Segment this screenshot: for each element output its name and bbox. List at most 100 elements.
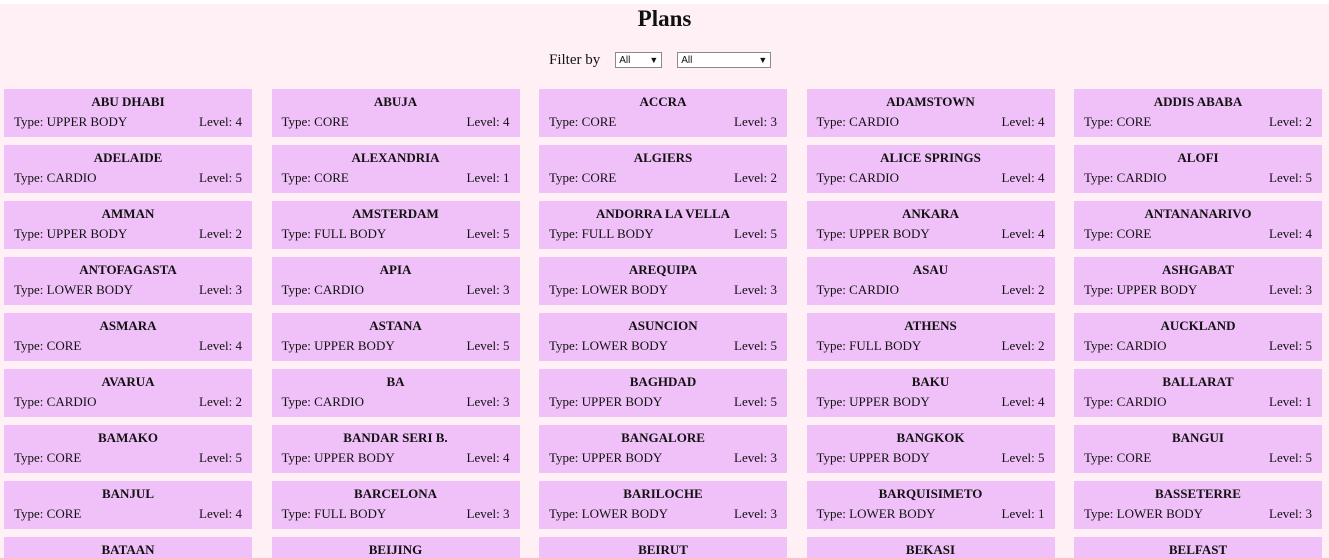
plan-card[interactable]: BARQUISIMETO Type: LOWER BODY Level: 1 <box>806 481 1055 529</box>
plan-card[interactable]: ALICE SPRINGS Type: CARDIO Level: 4 <box>806 145 1055 193</box>
plan-type-prefix: Type: <box>1084 394 1117 409</box>
plan-card[interactable]: BANDAR SERI B. Type: UPPER BODY Level: 4 <box>271 425 520 473</box>
plan-type: Type: CORE <box>1084 113 1151 130</box>
plan-card[interactable]: BEIJING <box>271 537 520 558</box>
plan-card[interactable]: BELFAST <box>1074 537 1322 558</box>
plan-details: Type: UPPER BODY Level: 5 <box>549 393 777 410</box>
plan-details: Type: LOWER BODY Level: 1 <box>817 505 1045 522</box>
plan-details: Type: CORE Level: 4 <box>14 505 242 522</box>
filter-label: Filter by <box>549 51 601 68</box>
plan-name: APIA <box>379 262 412 277</box>
plan-type: Type: CARDIO <box>817 169 900 186</box>
plan-card[interactable]: ANDORRA LA VELLA Type: FULL BODY Level: 5 <box>539 201 787 249</box>
plan-type-value: UPPER BODY <box>314 338 395 353</box>
plan-level-value: 4 <box>1038 226 1045 241</box>
plan-level-prefix: Level: <box>1269 226 1306 241</box>
plan-card[interactable]: BARCELONA Type: FULL BODY Level: 3 <box>271 481 520 529</box>
plan-type-prefix: Type: <box>549 282 582 297</box>
plan-card[interactable]: ASMARA Type: CORE Level: 4 <box>4 313 252 361</box>
plan-type-value: CORE <box>314 170 349 185</box>
plan-level-prefix: Level: <box>734 226 771 241</box>
plan-card[interactable]: ABUJA Type: CORE Level: 4 <box>271 89 520 137</box>
plan-type-prefix: Type: <box>549 114 582 129</box>
plan-level-value: 5 <box>235 450 243 465</box>
plan-card[interactable]: ALEXANDRIA Type: CORE Level: 1 <box>271 145 520 193</box>
plan-type: Type: CORE <box>1084 225 1151 242</box>
plan-type-value: CORE <box>1116 450 1152 465</box>
plan-level: Level: 3 <box>467 393 510 410</box>
plan-card[interactable]: ADELAIDE Type: CARDIO Level: 5 <box>4 145 252 193</box>
type-filter-select[interactable]: All ▼ <box>677 52 772 68</box>
plan-card[interactable]: BALLARAT Type: CARDIO Level: 1 <box>1074 369 1322 417</box>
plan-details: Type: LOWER BODY Level: 3 <box>1084 505 1312 522</box>
plan-type-value: LOWER BODY <box>581 506 668 521</box>
plan-level-prefix: Level: <box>466 506 503 521</box>
plan-level-prefix: Level: <box>734 450 771 465</box>
plan-card[interactable]: BEIRUT <box>539 537 787 558</box>
plan-level-value: 5 <box>1038 450 1045 465</box>
plan-card[interactable]: BANGUI Type: CORE Level: 5 <box>1074 425 1322 473</box>
plan-card[interactable]: AMSTERDAM Type: FULL BODY Level: 5 <box>271 201 520 249</box>
plan-level-prefix: Level: <box>466 282 503 297</box>
plan-card[interactable]: AVARUA Type: CARDIO Level: 2 <box>4 369 252 417</box>
plan-level-value: 2 <box>770 170 778 185</box>
plan-level-value: 4 <box>503 450 510 465</box>
plan-card[interactable]: ASAU Type: CARDIO Level: 2 <box>806 257 1055 305</box>
plan-card[interactable]: BEKASI <box>806 537 1055 558</box>
plan-card[interactable]: BANGKOK Type: UPPER BODY Level: 5 <box>806 425 1055 473</box>
plan-card[interactable]: BAMAKO Type: CORE Level: 5 <box>4 425 252 473</box>
level-filter-value: All <box>619 54 631 66</box>
plan-details: Type: FULL BODY Level: 5 <box>282 225 510 242</box>
plan-name: ASAU <box>912 262 949 277</box>
plan-card[interactable]: BARILOCHE Type: LOWER BODY Level: 3 <box>539 481 787 529</box>
plan-card[interactable]: ANKARA Type: UPPER BODY Level: 4 <box>806 201 1055 249</box>
plan-card[interactable]: BAKU Type: UPPER BODY Level: 4 <box>806 369 1055 417</box>
plan-type: Type: UPPER BODY <box>549 449 662 466</box>
plan-card[interactable]: ALGIERS Type: CORE Level: 2 <box>539 145 787 193</box>
plan-type: Type: FULL BODY <box>549 225 654 242</box>
plan-level-prefix: Level: <box>1269 450 1306 465</box>
plan-details: Type: CORE Level: 1 <box>282 169 510 186</box>
plan-card[interactable]: ANTOFAGASTA Type: LOWER BODY Level: 3 <box>4 257 252 305</box>
plan-type-value: CARDIO <box>314 282 365 297</box>
plan-card[interactable]: ATHENS Type: FULL BODY Level: 2 <box>806 313 1055 361</box>
plan-details: Type: LOWER BODY Level: 5 <box>549 337 777 354</box>
plan-card[interactable]: ADAMSTOWN Type: CARDIO Level: 4 <box>806 89 1055 137</box>
plan-card[interactable]: ADDIS ABABA Type: CORE Level: 2 <box>1074 89 1322 137</box>
level-filter-select[interactable]: All ▼ <box>615 52 663 68</box>
plan-card[interactable]: AREQUIPA Type: LOWER BODY Level: 3 <box>539 257 787 305</box>
plan-card[interactable]: ABU DHABI Type: UPPER BODY Level: 4 <box>4 89 252 137</box>
plan-card[interactable]: APIA Type: CARDIO Level: 3 <box>271 257 520 305</box>
plan-level-prefix: Level: <box>1269 506 1306 521</box>
plan-type-value: FULL BODY <box>581 226 654 241</box>
plan-card[interactable]: BA Type: CARDIO Level: 3 <box>271 369 520 417</box>
plan-type-value: LOWER BODY <box>581 338 668 353</box>
dropdown-arrow-icon: ▼ <box>649 54 659 65</box>
plan-card[interactable]: ASTANA Type: UPPER BODY Level: 5 <box>271 313 520 361</box>
plan-type-prefix: Type: <box>281 226 315 241</box>
plan-card[interactable]: ANTANANARIVO Type: CORE Level: 4 <box>1074 201 1322 249</box>
plan-card[interactable]: ACCRA Type: CORE Level: 3 <box>539 89 787 137</box>
plan-card[interactable]: BASSETERRE Type: LOWER BODY Level: 3 <box>1074 481 1322 529</box>
plan-name: ALICE SPRINGS <box>880 150 981 165</box>
plan-details: Type: CORE Level: 5 <box>14 449 242 466</box>
plan-card[interactable]: BAGHDAD Type: UPPER BODY Level: 5 <box>539 369 787 417</box>
plan-level: Level: 3 <box>199 281 242 298</box>
plan-level-value: 2 <box>235 226 243 241</box>
plan-level-prefix: Level: <box>466 450 503 465</box>
plan-card[interactable]: ASHGABAT Type: UPPER BODY Level: 3 <box>1074 257 1322 305</box>
plan-level-value: 3 <box>1305 282 1313 297</box>
plan-card[interactable]: ALOFI Type: CARDIO Level: 5 <box>1074 145 1322 193</box>
plan-card[interactable]: BANGALORE Type: UPPER BODY Level: 3 <box>539 425 787 473</box>
plan-card[interactable]: ASUNCION Type: LOWER BODY Level: 5 <box>539 313 787 361</box>
plan-name: ANKARA <box>901 206 960 221</box>
plan-type-prefix: Type: <box>816 394 850 409</box>
plan-card[interactable]: BANJUL Type: CORE Level: 4 <box>4 481 252 529</box>
plan-card[interactable]: AMMAN Type: UPPER BODY Level: 2 <box>4 201 252 249</box>
plan-level: Level: 5 <box>199 169 242 186</box>
plan-level-value: 2 <box>235 394 243 409</box>
plan-card[interactable]: AUCKLAND Type: CARDIO Level: 5 <box>1074 313 1322 361</box>
plan-type-prefix: Type: <box>816 338 850 353</box>
plan-card[interactable]: BATAAN <box>4 537 252 558</box>
plan-level-value: 5 <box>770 394 778 409</box>
